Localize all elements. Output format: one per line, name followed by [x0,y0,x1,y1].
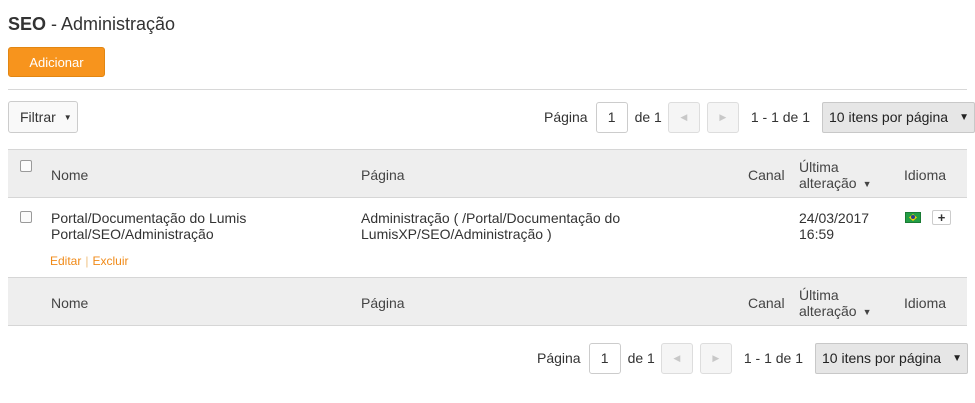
column-header-name[interactable]: Nome [51,167,88,183]
action-separator: | [85,254,89,268]
chevron-left-icon: ◀ [680,111,688,122]
item-range: 1 - 1 de 1 [743,350,803,366]
row-page: Administração ( /Portal/Documentação do … [361,210,620,242]
table-footer: Nome Página Canal Última alteração ▼ Idio… [8,277,967,326]
items-per-page-select[interactable]: 10 itens por página ▼ [822,101,975,133]
row-checkbox[interactable] [20,211,32,223]
dropdown-arrow-icon: ▼ [952,352,962,364]
select-all-checkbox[interactable] [20,160,32,172]
column-header-language[interactable]: Idioma [904,167,946,183]
caret-down-icon: ▼ [63,112,72,122]
column-header-modified-line1: Última [799,159,839,175]
page-title-subtitle: - Administração [46,14,176,34]
column-footer-modified-line2: alteração [799,303,857,319]
chevron-left-icon: ◀ [673,352,681,363]
row-modified-time: 16:59 [799,226,835,242]
column-footer-name[interactable]: Nome [51,295,88,311]
page-label: Página [544,109,588,125]
row-name: Portal/Documentação do Lumis Portal/SEO/… [51,210,246,242]
pagination-bottom: Página 1 de 1 ◀ ▶ 1 - 1 de 1 10 itens po… [537,342,968,374]
row-page-line2: LumisXP/SEO/Administração ) [361,226,552,242]
page-label: Página [537,350,581,366]
chevron-right-icon: ▶ [719,111,727,122]
column-header-modified[interactable]: Última alteração ▼ [799,159,872,192]
items-per-page-value: 10 itens por página [829,109,949,125]
page-number-input[interactable]: 1 [595,101,628,133]
filter-button-label: Filtrar [20,109,56,125]
column-footer-channel[interactable]: Canal [748,295,785,311]
delete-link[interactable]: Excluir [92,254,128,268]
column-header-page[interactable]: Página [361,167,405,183]
divider [8,89,967,90]
column-header-channel[interactable]: Canal [748,167,785,183]
add-button[interactable]: Adicionar [8,47,105,77]
row-name-line1: Portal/Documentação do Lumis [51,210,247,226]
pagination-top: Página 1 de 1 ◀ ▶ 1 - 1 de 1 10 itens po… [544,101,975,133]
row-name-line2: Portal/SEO/Administração [51,226,214,242]
row-modified-date: 24/03/2017 [799,210,870,226]
page-total-label: de 1 [634,109,662,125]
brazil-flag-icon[interactable] [905,212,921,223]
sort-desc-icon: ▼ [862,307,872,318]
column-footer-modified[interactable]: Última alteração ▼ [799,287,872,320]
column-footer-page[interactable]: Página [361,295,405,311]
page-total-label: de 1 [627,350,655,366]
table-row: Portal/Documentação do Lumis Portal/SEO/… [8,198,967,277]
filter-button[interactable]: Filtrar ▼ [8,101,78,133]
prev-page-button[interactable]: ◀ [667,101,700,133]
table-header: Nome Página Canal Última alteração ▼ Idio… [8,149,967,198]
add-language-button[interactable]: + [932,210,951,225]
next-page-button[interactable]: ▶ [699,342,732,374]
row-actions: Editar | Excluir [50,252,129,269]
page-title: SEO - Administração [8,14,175,35]
page-title-section: SEO [8,14,47,34]
prev-page-button[interactable]: ◀ [660,342,693,374]
chevron-right-icon: ▶ [712,352,720,363]
items-per-page-value: 10 itens por página [822,350,942,366]
row-modified: 24/03/2017 16:59 [799,210,869,242]
column-header-modified-line2: alteração [799,175,857,191]
next-page-button[interactable]: ▶ [706,101,739,133]
item-range: 1 - 1 de 1 [750,109,810,125]
column-footer-language[interactable]: Idioma [904,295,946,311]
sort-desc-icon: ▼ [862,179,872,190]
column-footer-modified-line1: Última [799,287,839,303]
flag-circle [911,215,915,219]
edit-link[interactable]: Editar [50,254,81,268]
items-per-page-select[interactable]: 10 itens por página ▼ [815,342,968,374]
row-page-line1: Administração ( /Portal/Documentação do [361,210,621,226]
dropdown-arrow-icon: ▼ [959,111,969,123]
page-number-input[interactable]: 1 [588,342,621,374]
